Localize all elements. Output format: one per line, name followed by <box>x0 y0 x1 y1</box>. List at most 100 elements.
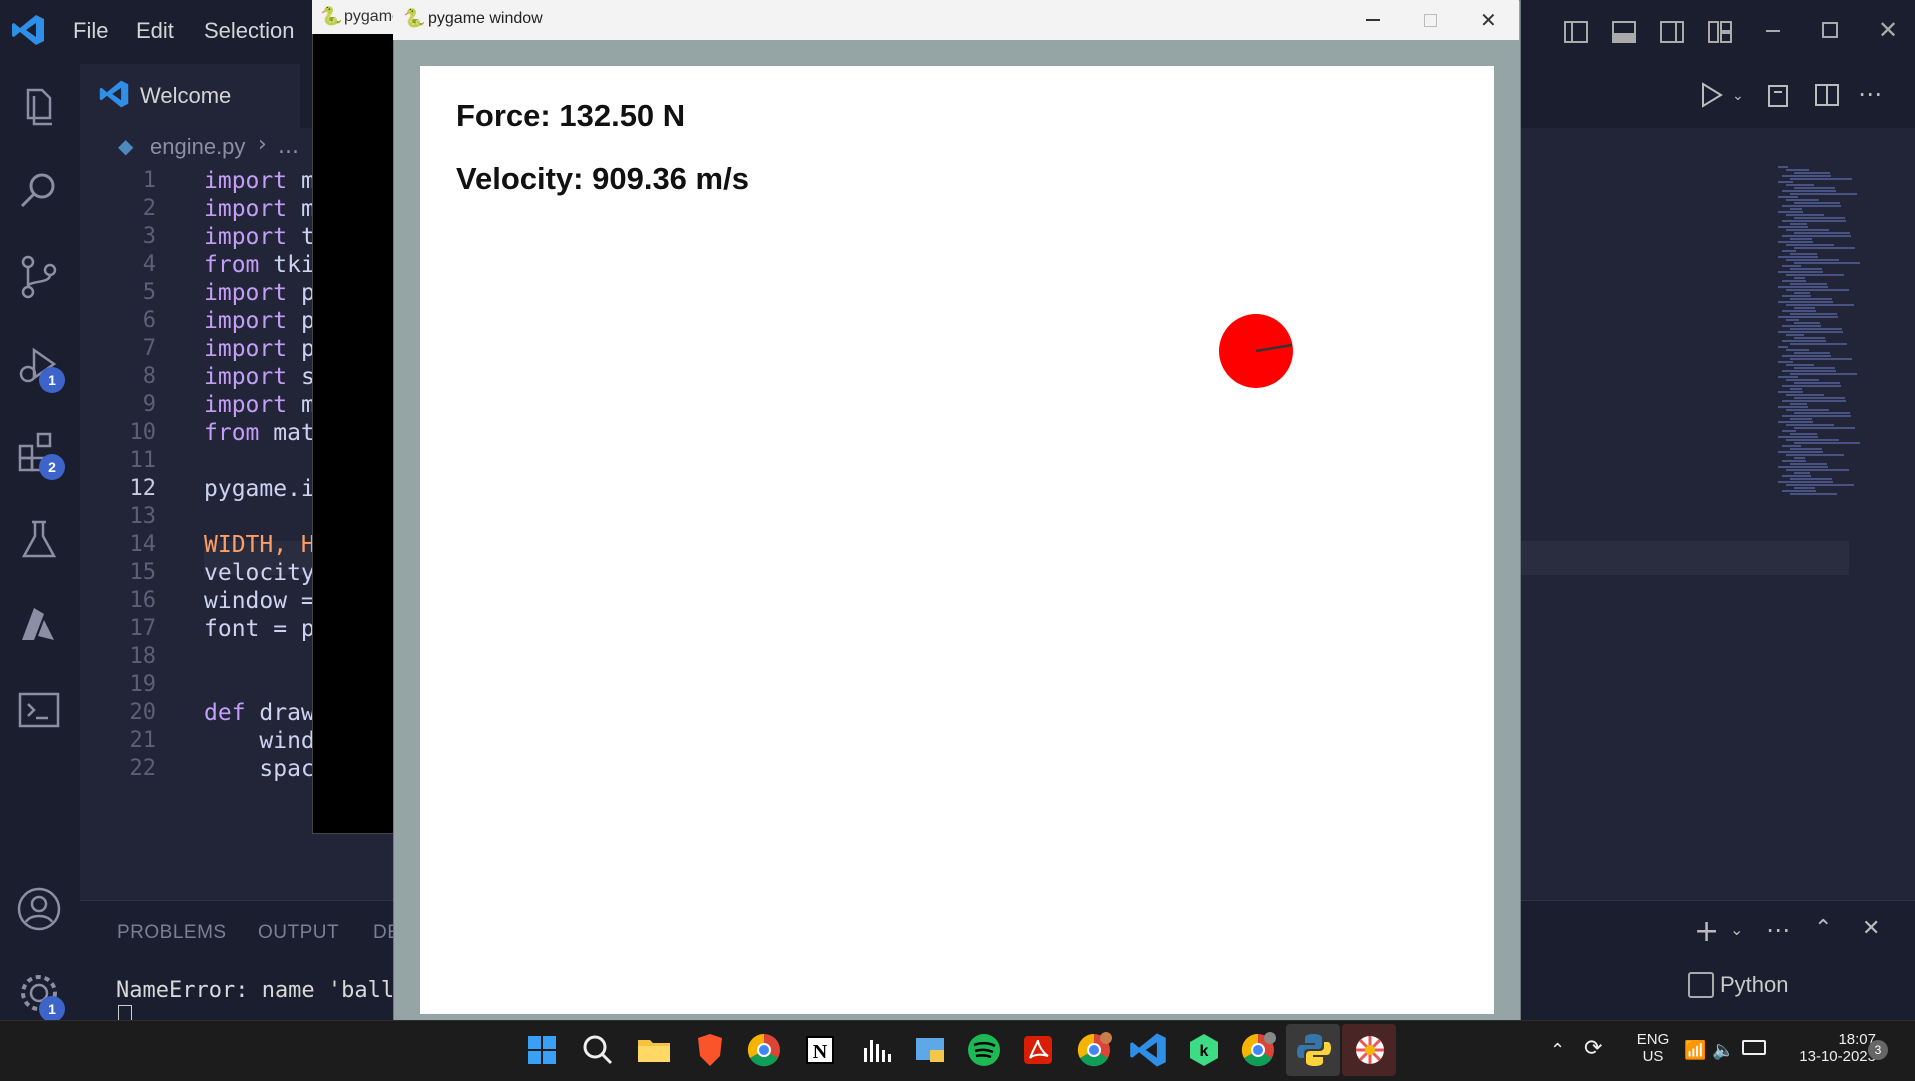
start-windows-icon[interactable] <box>522 1030 562 1070</box>
line-number: 18 <box>129 644 157 669</box>
minimap-line <box>1782 250 1796 252</box>
pygame-minimize-icon[interactable] <box>1366 19 1380 21</box>
more-actions-icon[interactable]: ⋯ <box>1858 80 1883 108</box>
code-line: import s <box>204 364 315 390</box>
minimap-line <box>1794 412 1850 414</box>
restore-icon[interactable] <box>1822 22 1838 38</box>
maximize-panel-icon[interactable]: ⌃ <box>1814 916 1832 941</box>
kite-icon[interactable]: k <box>1184 1030 1224 1070</box>
notification-badge[interactable]: 3 <box>1868 1040 1888 1060</box>
toggle-panel-icon[interactable] <box>1610 18 1638 46</box>
minimap-line <box>1782 325 1821 327</box>
minimap-line <box>1778 301 1833 303</box>
menu-selection[interactable]: Selection <box>204 18 295 44</box>
compare-icon[interactable] <box>1766 82 1790 112</box>
code-line: from mat <box>204 420 315 446</box>
settings-badge: 1 <box>39 996 65 1022</box>
line-number: 2 <box>142 196 156 221</box>
split-editor-icon[interactable] <box>1814 82 1840 112</box>
panel-more-icon[interactable]: ⋯ <box>1766 916 1790 944</box>
code-line: import m <box>204 168 315 194</box>
console-window[interactable] <box>312 0 404 834</box>
testing-icon[interactable] <box>14 514 64 564</box>
chrome-profile-a-icon[interactable] <box>1238 1030 1278 1070</box>
tab-welcome[interactable]: Welcome <box>80 64 300 128</box>
source-control-icon[interactable] <box>14 252 64 302</box>
terminal-output[interactable]: NameError: name 'ball <box>116 978 394 1003</box>
run-python-file-icon[interactable] <box>1700 82 1724 112</box>
toggle-sidebar-icon[interactable] <box>1562 18 1590 46</box>
run-dropdown-chevron-icon[interactable]: ⌄ <box>1732 88 1744 104</box>
console-window-titlebar[interactable]: 🐍 pygame <box>312 0 402 34</box>
minimap-line <box>1794 397 1845 399</box>
close-panel-icon[interactable]: ✕ <box>1862 916 1880 941</box>
panel-tab-problems[interactable]: PROBLEMS <box>117 922 227 944</box>
notion-icon[interactable]: N <box>800 1030 840 1070</box>
minimap-line <box>1786 259 1839 261</box>
run-debug-badge: 1 <box>39 367 65 393</box>
wifi-icon[interactable]: 📶 <box>1684 1040 1706 1061</box>
file-explorer-icon[interactable] <box>634 1030 674 1070</box>
chrome-profile-icon[interactable] <box>1074 1030 1114 1070</box>
toggle-secondary-sidebar-icon[interactable] <box>1658 18 1686 46</box>
input-language[interactable]: ENG US <box>1628 1031 1678 1065</box>
customize-layout-icon[interactable] <box>1706 18 1734 46</box>
pygame-window-titlebar[interactable] <box>393 0 1519 40</box>
audio-meter-icon[interactable] <box>856 1030 896 1070</box>
minimap-line <box>1786 484 1854 486</box>
vscode-taskbar-icon[interactable] <box>1128 1030 1168 1070</box>
pygame-taskbar-icon[interactable] <box>1350 1030 1390 1070</box>
minimap-line <box>1790 373 1857 375</box>
azure-icon[interactable] <box>14 600 64 650</box>
battery-icon[interactable] <box>1742 1040 1766 1055</box>
panel-tab-output[interactable]: OUTPUT <box>258 922 339 944</box>
clock-time: 18:07 <box>1838 1031 1876 1048</box>
explorer-icon[interactable] <box>14 82 64 132</box>
code-line: import m <box>204 392 315 418</box>
minimap-line <box>1782 490 1816 492</box>
terminal-list-python[interactable]: Python <box>1720 972 1789 998</box>
terminal-dropdown-chevron-icon[interactable]: ⌄ <box>1730 920 1743 939</box>
minimap-line <box>1790 208 1802 210</box>
menu-edit[interactable]: Edit <box>136 18 174 44</box>
new-terminal-icon[interactable]: + <box>1694 914 1719 949</box>
taskbar-search-icon[interactable] <box>578 1030 618 1070</box>
minimize-icon[interactable] <box>1766 30 1780 32</box>
minimap-line <box>1790 358 1852 360</box>
brave-browser-icon[interactable] <box>690 1030 730 1070</box>
volume-icon[interactable]: 🔈 <box>1712 1040 1734 1061</box>
control-panel-icon[interactable] <box>910 1030 950 1070</box>
account-icon[interactable] <box>14 884 64 934</box>
minimap-line <box>1786 424 1834 426</box>
physics-ball <box>1219 314 1293 388</box>
language-label: ENG <box>1636 1031 1670 1048</box>
minimap-line <box>1778 331 1843 333</box>
breadcrumb-file[interactable]: engine.py <box>150 134 245 160</box>
python-taskbar-icon[interactable] <box>1294 1030 1334 1070</box>
minimap-line <box>1794 262 1860 264</box>
minimap-line <box>1778 376 1798 378</box>
minimap-line <box>1794 307 1815 309</box>
sync-icon[interactable]: ⟳ <box>1584 1036 1602 1061</box>
close-icon[interactable]: ✕ <box>1878 16 1898 44</box>
search-icon[interactable] <box>14 166 64 216</box>
line-number: 14 <box>129 532 157 557</box>
pygame-close-icon[interactable]: ✕ <box>1480 8 1497 32</box>
breadcrumb-rest[interactable]: ... <box>278 134 299 159</box>
clock[interactable]: 18:07 13-10-2023 <box>1776 1031 1876 1065</box>
minimap-line <box>1782 385 1841 387</box>
show-hidden-icons-chevron-icon[interactable]: ⌃ <box>1550 1040 1565 1061</box>
code-line: import m <box>204 196 315 222</box>
minimap-line <box>1794 322 1820 324</box>
minimap-line <box>1782 400 1846 402</box>
pygame-canvas[interactable] <box>420 66 1494 1014</box>
terminal-view-icon[interactable] <box>14 686 64 736</box>
line-number: 11 <box>129 448 157 473</box>
minimap-line <box>1794 337 1825 339</box>
chrome-icon[interactable] <box>744 1030 784 1070</box>
acrobat-reader-icon[interactable] <box>1018 1030 1058 1070</box>
minimap-line <box>1786 319 1799 321</box>
minimap[interactable] <box>1778 166 1888 506</box>
spotify-icon[interactable] <box>964 1030 1004 1070</box>
menu-file[interactable]: File <box>73 18 108 44</box>
